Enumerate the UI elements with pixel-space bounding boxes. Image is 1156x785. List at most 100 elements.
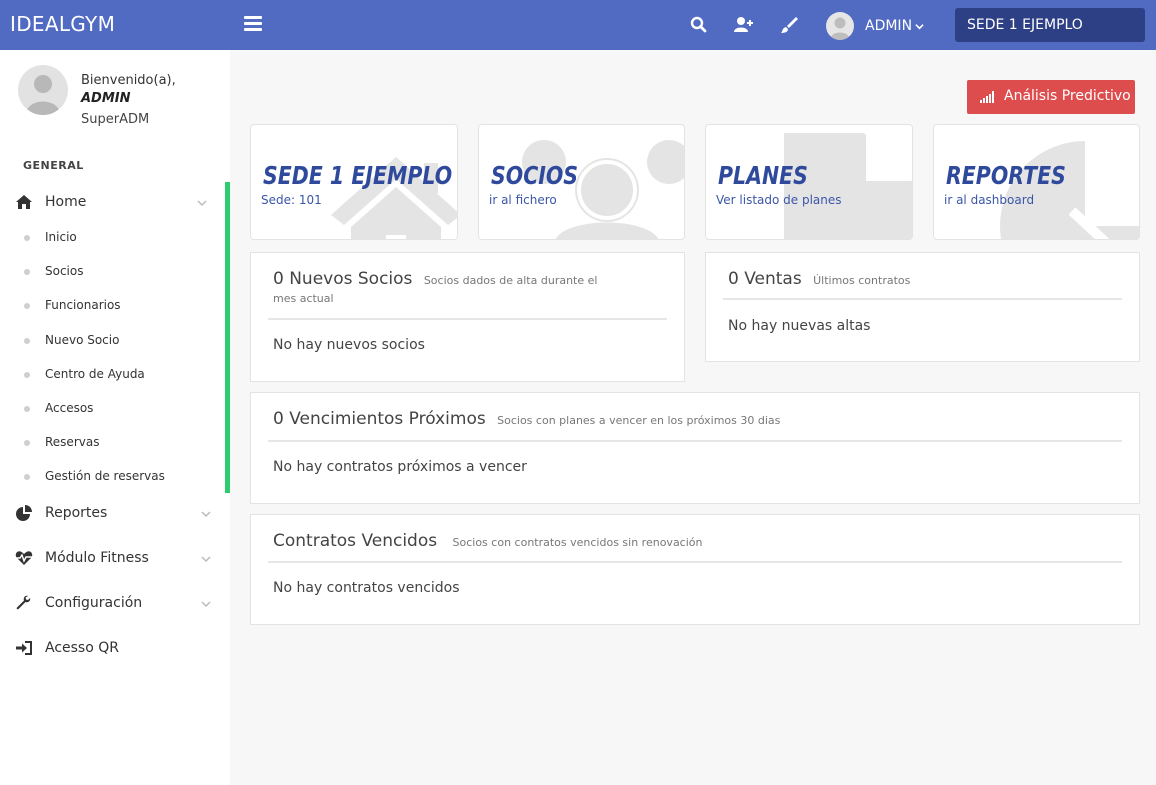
bullet-icon: [24, 406, 30, 412]
profile-panel: Bienvenido(a), ADMIN SuperADM: [18, 65, 228, 135]
add-user-icon[interactable]: [733, 15, 753, 35]
panel-title-text: Contratos Vencidos: [273, 531, 438, 551]
sidebar-item-reportes[interactable]: Reportes: [0, 498, 230, 528]
panel-title: 0 Ventas Últimos contratos: [728, 269, 910, 289]
search-icon[interactable]: [689, 15, 709, 35]
divider: [723, 298, 1122, 300]
panel-ventas: 0 Ventas Últimos contratos No hay nuevas…: [705, 252, 1140, 362]
panel-empty-message: No hay contratos próximos a vencer: [273, 459, 527, 475]
tile-planes[interactable]: PLANES Ver listado de planes: [705, 124, 913, 240]
tile-title: REPORTES: [946, 161, 1066, 190]
tile-title: SEDE 1 EJEMPLO: [263, 161, 453, 190]
tile-subtitle: ir al dashboard: [944, 193, 1035, 207]
chevron-down-icon: [201, 556, 211, 563]
bullet-icon: [24, 440, 30, 446]
divider: [268, 318, 667, 320]
sidebar-subitem-label: Socios: [45, 264, 84, 278]
panel-subtitle: Socios dados de alta durante el: [423, 274, 598, 287]
panel-subtitle-continued: mes actual: [273, 292, 334, 305]
profile-role: SuperADM: [81, 112, 150, 127]
brand-logo[interactable]: IDEALGYM: [10, 12, 115, 36]
panel-title-text: 0 Vencimientos Próximos: [273, 409, 486, 429]
sidebar-subitem-label: Gestión de reservas: [45, 469, 165, 483]
sidebar-subitem-accesos[interactable]: Accesos: [0, 398, 224, 420]
sign-in-icon: [15, 640, 33, 656]
home-icon: [15, 194, 33, 210]
user-name: ADMIN: [865, 18, 913, 34]
sidebar-item-label: Acesso QR: [45, 640, 119, 656]
profile-name: ADMIN: [81, 91, 131, 106]
bullet-icon: [24, 372, 30, 378]
panel-empty-message: No hay nuevas altas: [728, 318, 871, 334]
avatar: [18, 65, 68, 115]
sidebar-item-label: Home: [45, 194, 87, 210]
divider: [268, 561, 1122, 563]
bullet-icon: [24, 235, 30, 241]
panel-subtitle: Últimos contratos: [813, 274, 911, 287]
sidebar-subitem-label: Centro de Ayuda: [45, 367, 145, 381]
chevron-down-icon: [915, 23, 924, 29]
wrench-icon: [15, 595, 33, 611]
sidebar-subitem-nuevo-socio[interactable]: Nuevo Socio: [0, 330, 224, 352]
sidebar-item-acesso-qr[interactable]: Acesso QR: [0, 633, 230, 663]
bullet-icon: [24, 474, 30, 480]
tile-title: PLANES: [718, 161, 808, 190]
sidebar-subitem-centro-ayuda[interactable]: Centro de Ayuda: [0, 364, 224, 386]
sidebar-item-label: Reportes: [45, 505, 108, 521]
sidebar-item-modulo-fitness[interactable]: Módulo Fitness: [0, 543, 230, 573]
house-icon: [331, 157, 457, 239]
panel-subtitle: Socios con planes a vencer en los próxim…: [497, 414, 781, 427]
sidebar-subitem-socios[interactable]: Socios: [0, 261, 224, 283]
predictive-analysis-label: Análisis Predictivo: [1004, 88, 1131, 104]
tile-sede[interactable]: SEDE 1 EJEMPLO Sede: 101: [250, 124, 458, 240]
sidebar-item-label: Módulo Fitness: [45, 550, 149, 566]
sidebar-item-home[interactable]: Home: [0, 187, 230, 217]
panel-contratos-vencidos: Contratos Vencidos Socios con contratos …: [250, 514, 1140, 625]
sede-select[interactable]: SEDE 1 EJEMPLO: [955, 8, 1145, 42]
sidebar-subitem-label: Inicio: [45, 230, 77, 244]
sidebar-subitem-inicio[interactable]: Inicio: [0, 227, 224, 249]
panel-vencimientos: 0 Vencimientos Próximos Socios con plane…: [250, 392, 1140, 504]
sidebar-subitem-label: Accesos: [45, 401, 94, 415]
divider: [268, 440, 1122, 442]
paint-brush-icon[interactable]: [779, 15, 799, 35]
tile-subtitle: Ver listado de planes: [716, 193, 842, 207]
menu-toggle-icon[interactable]: [244, 16, 262, 32]
tile-subtitle: ir al fichero: [489, 193, 557, 207]
panel-title: 0 Nuevos Socios Socios dados de alta dur…: [273, 269, 597, 289]
active-menu-indicator: [225, 182, 230, 493]
section-title-general: GENERAL: [23, 159, 84, 172]
sidebar-item-label: Configuración: [45, 595, 143, 611]
welcome-text: Bienvenido(a),: [81, 73, 176, 88]
user-menu[interactable]: ADMIN: [826, 11, 924, 41]
panel-title: Contratos Vencidos Socios con contratos …: [273, 531, 703, 551]
top-navbar: IDEALGYM ADMIN SEDE 1 EJEMPLO: [0, 0, 1156, 50]
bullet-icon: [24, 338, 30, 344]
panel-empty-message: No hay nuevos socios: [273, 337, 425, 353]
sidebar-item-configuracion[interactable]: Configuración: [0, 588, 230, 618]
panel-title: 0 Vencimientos Próximos Socios con plane…: [273, 409, 780, 429]
tile-title: SOCIOS: [491, 161, 579, 190]
sidebar-subitem-label: Nuevo Socio: [45, 333, 120, 347]
pie-chart-icon: [15, 505, 33, 521]
tile-socios[interactable]: SOCIOS ir al fichero: [478, 124, 685, 240]
heartbeat-icon: [15, 550, 33, 566]
panel-title-text: 0 Nuevos Socios: [273, 269, 413, 289]
chevron-down-icon: [201, 601, 211, 608]
bullet-icon: [24, 303, 30, 309]
sidebar-subitem-label: Funcionarios: [45, 298, 121, 312]
panel-empty-message: No hay contratos vencidos: [273, 580, 460, 596]
panel-subtitle: Socios con contratos vencidos sin renova…: [452, 536, 703, 549]
sidebar-subitem-reservas[interactable]: Reservas: [0, 432, 224, 454]
sidebar: Bienvenido(a), ADMIN SuperADM GENERAL Ho…: [0, 50, 230, 785]
predictive-analysis-button[interactable]: Análisis Predictivo: [967, 80, 1135, 114]
tile-reportes[interactable]: REPORTES ir al dashboard: [933, 124, 1140, 240]
panel-nuevos-socios: 0 Nuevos Socios Socios dados de alta dur…: [250, 252, 685, 382]
signal-bars-icon: [980, 91, 994, 103]
sidebar-subitem-label: Reservas: [45, 435, 100, 449]
tile-subtitle: Sede: 101: [261, 193, 322, 207]
sidebar-subitem-funcionarios[interactable]: Funcionarios: [0, 295, 224, 317]
panel-title-text: 0 Ventas: [728, 269, 802, 289]
chevron-down-icon: [201, 511, 211, 518]
sidebar-subitem-gestion-reservas[interactable]: Gestión de reservas: [0, 466, 224, 488]
